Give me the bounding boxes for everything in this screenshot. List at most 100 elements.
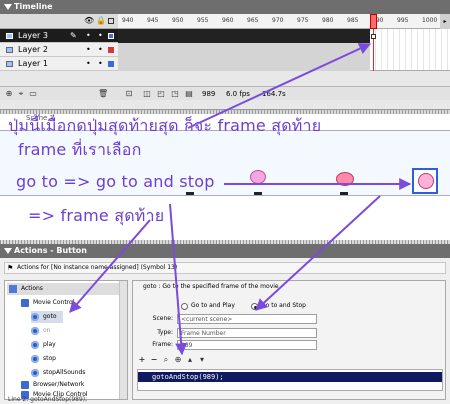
current-frame-readout: 989: [202, 90, 216, 98]
action-icon: [31, 368, 39, 377]
book-icon: [21, 380, 29, 389]
character-sprite[interactable]: [250, 170, 266, 184]
toolbox-item-play[interactable]: play: [31, 339, 56, 351]
playhead-marker[interactable]: [370, 14, 377, 29]
option-label-go-to-and-play: Go to and Play: [191, 302, 235, 309]
ruler-label: 965: [247, 17, 259, 24]
script-line-selected[interactable]: gotoAndStop(989);: [138, 372, 442, 382]
frame-span: [118, 57, 370, 71]
insert-target-icon[interactable]: ⊕: [173, 355, 183, 365]
toolbox-item-goto[interactable]: goto: [31, 311, 63, 323]
layer-header: 👁 🔒: [0, 14, 118, 29]
frame-rate-readout: 6.0 fps: [226, 90, 250, 98]
toolbox-item-stop[interactable]: stop: [31, 353, 56, 365]
collapse-triangle-icon[interactable]: [4, 4, 12, 10]
visibility-dot-icon[interactable]: •: [86, 29, 91, 43]
ruler-label: 970: [272, 17, 284, 24]
onion-skin-icon[interactable]: ◫: [142, 89, 152, 99]
toolbox-category-actions[interactable]: Actions: [7, 283, 125, 295]
footer-status: Line 2: gotoAndStop(989);: [8, 396, 88, 403]
layer-color-swatch[interactable]: [108, 47, 114, 53]
actions-subheader: ⚑ Actions for [No instance name assigned…: [4, 262, 446, 274]
layer-color-swatch[interactable]: [108, 61, 114, 67]
selected-button-symbol[interactable]: [412, 168, 438, 194]
outline-icon[interactable]: [108, 18, 114, 24]
frame-ruler[interactable]: 940 945 950 955 960 965 970 975 980 985 990 995 1000…: [118, 14, 450, 29]
frame-span: [118, 43, 370, 57]
layer-color-swatch[interactable]: [108, 33, 114, 39]
lock-dot-icon[interactable]: •: [98, 29, 103, 43]
onion-outline-icon[interactable]: ◰: [156, 89, 166, 99]
layer-icon: [6, 33, 13, 39]
layer-row-layer-3[interactable]: Layer 3 ✎ • •: [0, 29, 118, 43]
visibility-dot-icon[interactable]: •: [86, 43, 91, 57]
lock-dot-icon[interactable]: •: [98, 43, 103, 57]
insert-layer-icon[interactable]: ⊕: [4, 89, 14, 99]
action-icon: [31, 312, 39, 321]
ruler-label: 985: [347, 17, 359, 24]
action-icon: [31, 354, 39, 363]
timeline-toolbar: ⊕ ⌖ ▭ 🗑 ⊡ ◫ ◰ ◳ ▤ 989 6.0 fps 164.7s: [0, 86, 450, 100]
script-pane[interactable]: gotoAndStop(989);: [137, 369, 443, 391]
collapse-triangle-icon[interactable]: [4, 248, 12, 254]
ruler-label: 945: [147, 17, 159, 24]
ruler-label: 950: [172, 17, 184, 24]
radio-go-to-and-stop[interactable]: [251, 303, 258, 310]
layer-name: Layer 2: [18, 45, 48, 54]
find-icon[interactable]: ⌕: [161, 355, 171, 365]
pin-icon[interactable]: ⚑: [7, 263, 13, 273]
layer-name: Layer 1: [18, 59, 48, 68]
frames-grid[interactable]: [118, 29, 450, 71]
actions-panel: Actions - Button ⚑ Actions for [No insta…: [0, 244, 450, 404]
elapsed-time-readout: 164.7s: [262, 90, 286, 98]
book-icon: [21, 298, 29, 307]
ruler-label: 995: [397, 17, 409, 24]
toolbox-item-on[interactable]: on: [31, 325, 50, 337]
center-frame-icon[interactable]: ⊡: [124, 89, 134, 99]
timeline-title: Timeline: [14, 2, 53, 11]
ruler-label: 955: [197, 17, 209, 24]
ruler-label: 975: [297, 17, 309, 24]
toolbox-group-movie-control[interactable]: Movie Control: [21, 297, 74, 309]
timeline-title-bar[interactable]: Timeline: [0, 0, 450, 14]
radio-selected-dot: [254, 306, 257, 309]
shadow-mark: [254, 192, 262, 195]
action-icon: [31, 326, 39, 335]
actions-title-bar[interactable]: Actions - Button: [0, 244, 450, 258]
character-sprite[interactable]: [336, 172, 354, 186]
move-up-icon[interactable]: ▴: [185, 355, 195, 365]
frame-label: Frame:: [152, 341, 173, 348]
remove-action-icon[interactable]: −: [149, 355, 159, 365]
lock-icon[interactable]: 🔒: [96, 16, 106, 25]
onion-markers-icon[interactable]: ▤: [184, 89, 194, 99]
timeline-panel: Timeline 👁 🔒 940 945 950 955 960 965 970 975 980…: [0, 0, 450, 110]
actions-subheading: Actions for [No instance name assigned] …: [17, 264, 178, 271]
eye-icon[interactable]: 👁: [84, 16, 94, 25]
scene-field[interactable]: <current scene>: [177, 314, 317, 324]
action-icon: [31, 340, 39, 349]
shadow-mark: [186, 192, 194, 195]
radio-go-to-and-play[interactable]: [181, 303, 188, 310]
type-select[interactable]: Frame Number: [177, 328, 317, 338]
add-action-icon[interactable]: +: [137, 355, 147, 365]
option-label-go-to-and-stop: Go to and Stop: [261, 302, 306, 309]
type-label: Type:: [157, 329, 173, 336]
move-down-icon[interactable]: ▾: [197, 355, 207, 365]
edit-frames-icon[interactable]: ◳: [170, 89, 180, 99]
visibility-dot-icon[interactable]: •: [86, 57, 91, 71]
layer-icon: [6, 47, 13, 53]
layer-row-layer-2[interactable]: Layer 2 • •: [0, 43, 118, 57]
keyframe-marker[interactable]: [371, 34, 376, 39]
toolbox-scrollbar[interactable]: [119, 281, 127, 399]
scroll-arrow-icon[interactable]: ▸: [440, 14, 450, 29]
layer-name: Layer 3: [18, 31, 48, 40]
actions-toolbox: Actions Movie Control goto on play stop …: [4, 280, 128, 400]
toolbox-item-stopallsounds[interactable]: stopAllSounds: [31, 367, 85, 379]
add-guide-icon[interactable]: ⌖: [16, 89, 26, 99]
frame-field[interactable]: 989: [177, 340, 317, 350]
delete-layer-icon[interactable]: 🗑: [98, 89, 108, 99]
action-description: goto : Go to the specified frame of the …: [143, 283, 279, 290]
layer-row-layer-1[interactable]: Layer 1 • •: [0, 57, 118, 71]
lock-dot-icon[interactable]: •: [98, 57, 103, 71]
insert-folder-icon[interactable]: ▭: [28, 89, 38, 99]
